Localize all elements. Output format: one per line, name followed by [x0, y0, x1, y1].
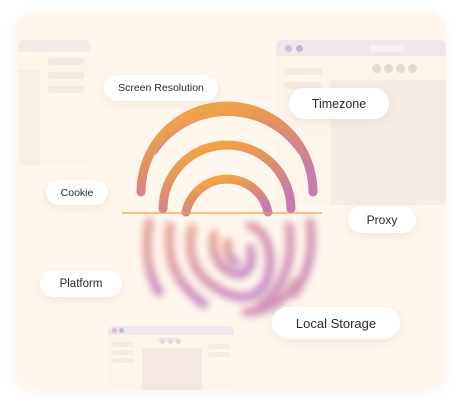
label-platform: Platform: [40, 270, 122, 297]
feature-card: Screen Resolution Timezone Cookie Proxy …: [14, 12, 446, 390]
label-text: Timezone: [311, 96, 367, 111]
label-text: Proxy: [366, 212, 398, 227]
label-cookie: Cookie: [46, 180, 108, 205]
label-local-storage: Local Storage: [272, 307, 400, 339]
label-text: Platform: [59, 277, 103, 290]
label-text: Cookie: [60, 186, 94, 199]
fingerprint-ridge: [142, 217, 164, 297]
label-timezone: Timezone: [289, 88, 389, 119]
fingerprint-ridge: [223, 237, 241, 267]
label-text: Screen Resolution: [118, 82, 204, 94]
fingerprint-arc: [181, 174, 273, 217]
label-text: Local Storage: [295, 315, 377, 331]
label-screen-resolution: Screen Resolution: [104, 75, 218, 101]
label-proxy: Proxy: [348, 206, 416, 233]
